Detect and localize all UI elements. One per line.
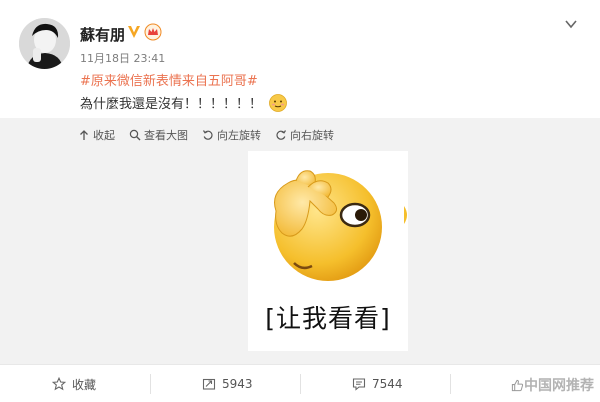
thumb-icon (511, 379, 524, 391)
partial-emoji-icon (404, 206, 407, 224)
rotate-left-icon (202, 130, 213, 140)
repost-count: 5943 (222, 377, 253, 391)
action-divider (300, 374, 301, 394)
post-content-text: 為什麼我還是沒有！！！！！！ (80, 97, 263, 112)
rotate-left-button[interactable]: 向左旋转 (202, 127, 261, 143)
collapse-label: 收起 (93, 129, 115, 142)
repost-icon (202, 378, 216, 390)
collapse-arrow-icon (80, 130, 88, 140)
collapse-button[interactable]: 收起 (78, 127, 115, 143)
repost-button[interactable]: 5943 (202, 365, 253, 402)
rotate-left-label: 向左旋转 (217, 129, 261, 142)
media-toolbar: 收起 查看大图 向左旋转 向右旋转 (78, 126, 348, 144)
favorite-button[interactable]: 收藏 (52, 365, 96, 402)
comment-icon (352, 378, 366, 391)
comment-button[interactable]: 7544 (352, 365, 403, 402)
media-panel: 收起 查看大图 向左旋转 向右旋转 [让我看看] (0, 118, 600, 364)
search-icon (129, 129, 141, 141)
post-header: 蘇有朋 11月18日 23:41 #原来微信新表情来自五阿哥# 為什麼我還是沒有… (0, 0, 600, 118)
star-icon (52, 377, 66, 391)
watermark-text: 中国网推荐 (524, 378, 594, 394)
sticker-image[interactable]: [让我看看] (248, 151, 408, 351)
sticker-caption: [让我看看] (265, 304, 391, 333)
action-divider (450, 374, 451, 394)
watermark: 中国网推荐 (511, 375, 594, 395)
action-bar: 收藏 5943 7544 中国网推荐 (0, 364, 600, 402)
action-divider (150, 374, 151, 394)
crown-icon (144, 23, 162, 41)
rotate-right-icon (276, 130, 287, 140)
topic-hashtag[interactable]: #原来微信新表情来自五阿哥# (80, 70, 258, 89)
view-large-label: 查看大图 (144, 129, 188, 142)
avatar-portrait (19, 18, 70, 69)
post-content: 為什麼我還是沒有！！！！！！ (80, 93, 288, 113)
rotate-right-label: 向右旋转 (290, 129, 334, 142)
username[interactable]: 蘇有朋 (80, 24, 125, 45)
chevron-down-icon[interactable] (563, 16, 579, 32)
post-timestamp[interactable]: 11月18日 23:41 (80, 50, 165, 66)
comment-count: 7544 (372, 377, 403, 391)
avatar[interactable] (19, 18, 70, 69)
v-verified-icon (128, 26, 140, 38)
view-large-button[interactable]: 查看大图 (129, 127, 188, 143)
shy-emoji-icon (269, 94, 288, 112)
peeking-emoji-icon (274, 170, 382, 281)
rotate-right-button[interactable]: 向右旋转 (275, 127, 334, 143)
favorite-label: 收藏 (72, 377, 97, 392)
